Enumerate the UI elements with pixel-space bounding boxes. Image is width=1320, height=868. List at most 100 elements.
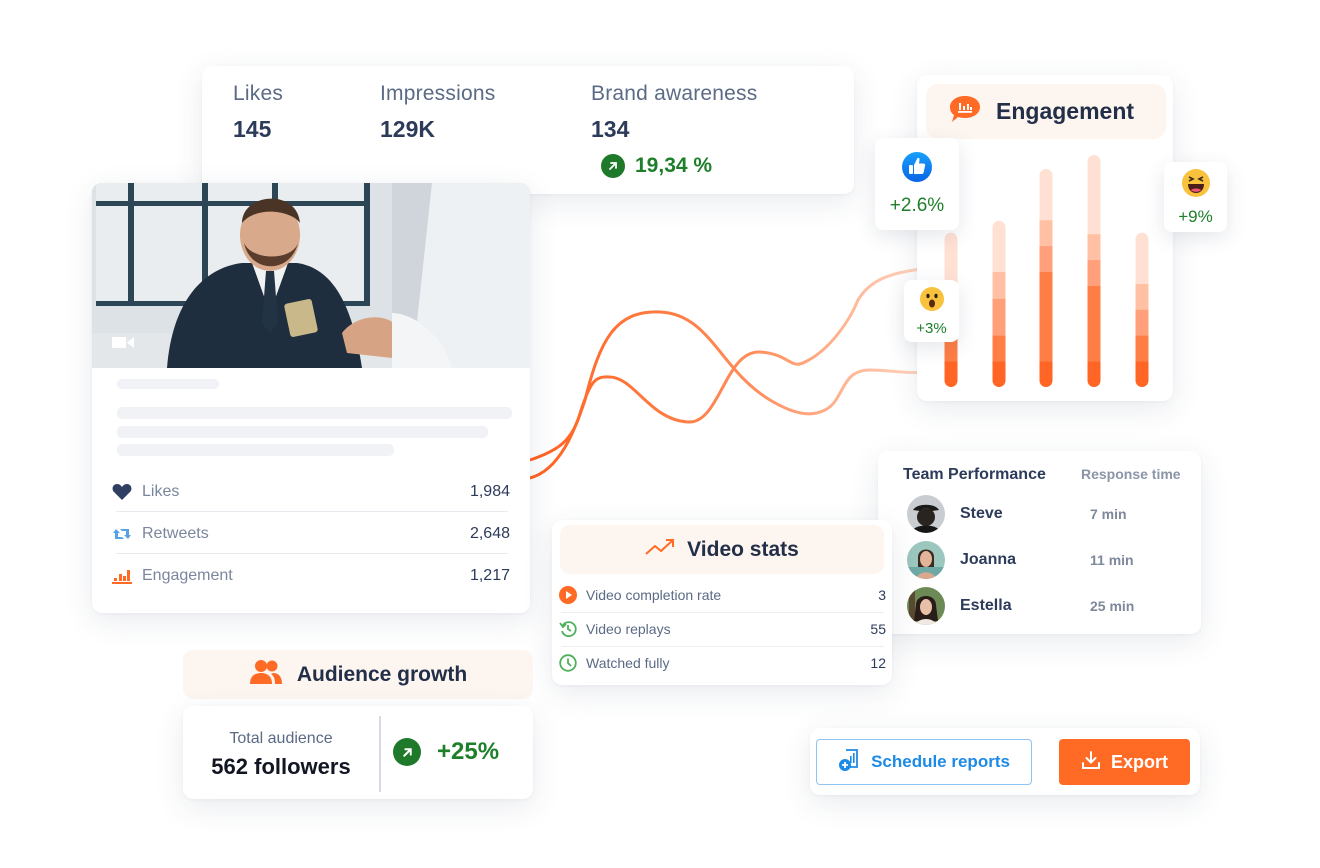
video-stats-card: Video stats Video completion rate 3 Vide… (552, 520, 892, 685)
post-stat-retweets: Retweets 2,648 (112, 513, 510, 555)
avatar (907, 541, 945, 579)
brand-growth-value: 19,34 % (635, 154, 713, 177)
reaction-haha-value: +9% (1178, 207, 1213, 226)
stat-value: 1,984 (469, 483, 510, 500)
total-audience-value: 562 followers (211, 754, 351, 779)
member-name: Steve (960, 505, 1003, 522)
bar-5 (1135, 232, 1149, 387)
bar-segment-layer4 (1087, 233, 1101, 261)
bar-segment-layer1 (1039, 361, 1053, 387)
reaction-like-value: +2.6% (889, 195, 945, 216)
post-card[interactable]: Likes 1,984 Retweets 2,648 Engagement 1,… (92, 183, 530, 613)
bar-segment-layer5 (1135, 232, 1149, 284)
metric-label: Brand awareness (591, 82, 758, 105)
stat-label: Retweets (142, 525, 209, 542)
audience-growth-indicator: +25% (393, 738, 499, 766)
bar-segment-layer5 (1087, 155, 1101, 235)
video-stat-value: 55 (870, 621, 886, 637)
metric-label: Impressions (380, 82, 496, 105)
video-stat-row: Video replays 55 (559, 612, 886, 646)
schedule-reports-button[interactable]: Schedule reports (816, 739, 1032, 785)
video-stat-label: Watched fully (586, 655, 670, 671)
divider (116, 511, 508, 512)
bar-segment-layer1 (1087, 361, 1101, 387)
bar-segment-layer4 (1039, 219, 1053, 247)
wow-emoji-icon (919, 287, 944, 316)
skeleton-line (117, 407, 512, 419)
curve-line-2 (529, 266, 931, 462)
stat-label: Engagement (142, 567, 233, 584)
bar-segment-layer5 (992, 220, 1006, 273)
export-button[interactable]: Export (1059, 739, 1190, 785)
bar-chart-icon (112, 566, 132, 586)
reaction-haha-card: +9% (1164, 162, 1227, 232)
skeleton-line (117, 426, 488, 438)
play-circle-icon (559, 586, 577, 604)
post-photo[interactable] (92, 183, 530, 368)
curve-line-1 (529, 310, 931, 480)
bar-segment-layer1 (944, 361, 958, 387)
bar-segment-layer5 (944, 232, 958, 284)
video-stat-value: 12 (870, 655, 886, 671)
users-icon (249, 659, 283, 690)
report-actions: Schedule reports Export (810, 728, 1200, 795)
team-member[interactable]: Joanna 11 min (907, 540, 1177, 580)
retweet-icon (112, 524, 132, 544)
bar-segment-layer5 (1039, 168, 1053, 221)
bar-segment-layer1 (992, 361, 1006, 387)
avatar (907, 587, 945, 625)
video-stats-title: Video stats (687, 537, 799, 561)
bar-segment-layer3 (1087, 259, 1101, 286)
video-camera-icon (112, 336, 134, 354)
team-column-header: Response time (1081, 466, 1181, 482)
skeleton-line (117, 379, 219, 389)
team-title: Team Performance (903, 466, 1046, 483)
video-stat-label: Video completion rate (586, 587, 722, 603)
reaction-wow-value: +3% (916, 320, 947, 337)
bar-segment-layer2 (1039, 271, 1053, 362)
metric-value: 134 (591, 116, 630, 142)
audience-growth-header: Audience growth (183, 650, 533, 699)
avatar (907, 495, 945, 533)
thumbs-up-icon (902, 152, 932, 187)
metric-impressions: Impressions 129K (380, 82, 495, 143)
bar-segment-layer2 (1135, 335, 1149, 362)
stat-label: Likes (142, 483, 180, 500)
skeleton-line (117, 444, 394, 456)
bar-segment-layer4 (1135, 283, 1149, 310)
bar-segment-layer2 (1087, 285, 1101, 362)
post-stat-engagement: Engagement 1,217 (112, 555, 510, 597)
engagement-card: Engagement (917, 75, 1173, 401)
total-audience-label: Total audience (229, 730, 333, 747)
video-stat-label: Video replays (586, 621, 671, 637)
metric-value: 145 (233, 116, 272, 142)
export-label: Export (1110, 751, 1168, 772)
trending-up-icon (645, 538, 675, 561)
audience-growth-title: Audience growth (296, 662, 468, 686)
member-response-time: 25 min (1090, 598, 1135, 614)
bar-segment-layer3 (1135, 309, 1149, 336)
bar-segment-layer3 (1039, 245, 1053, 273)
metric-label: Likes (233, 82, 284, 105)
team-member[interactable]: Estella 25 min (907, 586, 1177, 626)
metrics-card: Likes 145 Impressions 129K Brand awarene… (202, 66, 854, 194)
bar-3 (1039, 168, 1053, 387)
team-member[interactable]: Steve 7 min (907, 494, 1177, 534)
video-stat-row: Watched fully 12 (559, 646, 886, 680)
video-stat-row: Video completion rate 3 (559, 578, 886, 612)
schedule-report-icon (838, 748, 862, 777)
reaction-like-card: +2.6% (875, 138, 959, 230)
arrow-up-right-icon (601, 154, 625, 178)
audience-growth-value: +25% (437, 738, 500, 765)
member-response-time: 7 min (1090, 506, 1127, 522)
team-performance-card: Team Performance Response time Steve 7 m… (878, 451, 1201, 634)
bar-segment-layer4 (992, 271, 1006, 299)
reaction-wow-card: +3% (904, 280, 959, 342)
divider (116, 553, 508, 554)
member-response-time: 11 min (1090, 552, 1134, 568)
stat-value: 2,648 (469, 525, 510, 542)
member-name: Estella (960, 597, 1012, 614)
stat-value: 1,217 (469, 567, 510, 584)
video-stat-value: 3 (878, 587, 886, 603)
brand-growth-indicator: 19,34 % (601, 154, 712, 178)
